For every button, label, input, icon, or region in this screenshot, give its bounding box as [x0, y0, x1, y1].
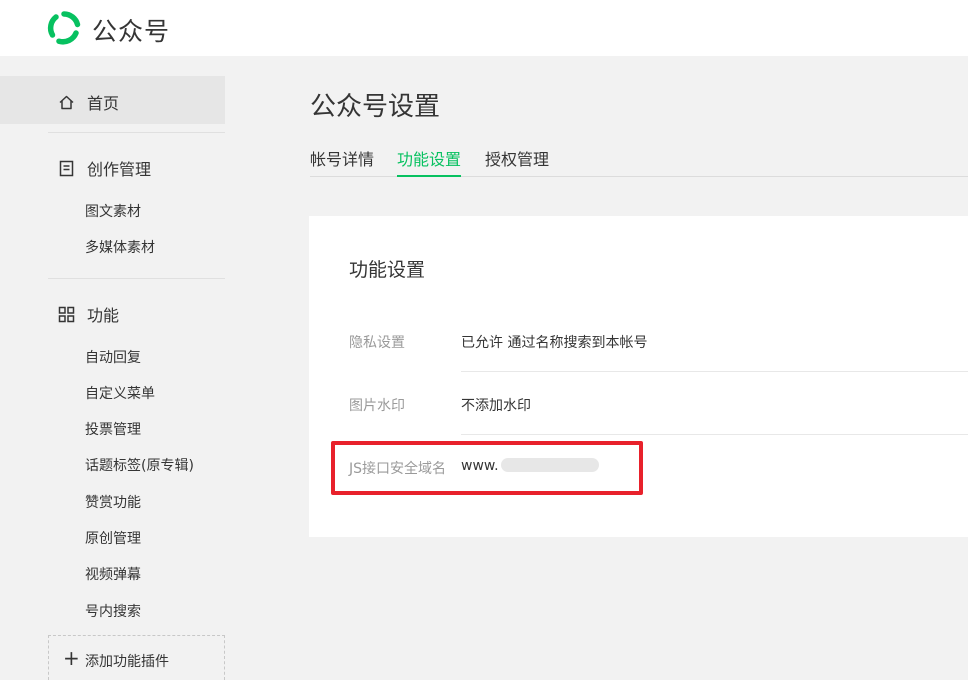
sidebar-item-topic-tags[interactable]: 话题标签(原专辑): [85, 455, 194, 475]
sidebar-item-label: 功能: [87, 306, 120, 325]
add-plugin-button[interactable]: + 添加功能插件: [48, 635, 225, 680]
top-bar: 公众号: [0, 0, 968, 56]
sidebar-item-vote[interactable]: 投票管理: [85, 419, 141, 439]
watermark-label: 图片水印: [349, 398, 405, 414]
settings-tabs: 帐号详情 功能设置 授权管理: [310, 146, 968, 177]
sidebar-item-multimedia[interactable]: 多媒体素材: [85, 237, 155, 257]
red-highlight-box: [331, 441, 643, 495]
privacy-setting-value: 已允许 通过名称搜索到本帐号: [461, 335, 648, 351]
sidebar-item-label: 创作管理: [87, 160, 152, 179]
tab-feature-settings[interactable]: 功能设置: [397, 146, 462, 177]
plus-icon: +: [63, 646, 80, 670]
home-icon: [58, 94, 75, 111]
sidebar-item-home[interactable]: 首页: [58, 90, 119, 114]
feature-settings-card: 功能设置 隐私设置 已允许 通过名称搜索到本帐号 图片水印 不添加水印 JS接口…: [309, 216, 968, 537]
page-title: 公众号设置: [310, 92, 441, 122]
watermark-value: 不添加水印: [461, 398, 531, 414]
add-plugin-label: 添加功能插件: [85, 654, 169, 670]
grid-icon: [58, 306, 75, 323]
tab-account-details[interactable]: 帐号详情: [310, 146, 374, 177]
sidebar-item-label: 首页: [87, 94, 120, 113]
wechat-official-account-logo-icon[interactable]: [47, 11, 81, 45]
sidebar-item-custom-menu[interactable]: 自定义菜单: [85, 383, 155, 403]
main-content: 公众号设置 帐号详情 功能设置 授权管理 功能设置 隐私设置 已允许 通过名称搜…: [245, 56, 968, 664]
document-icon: [58, 160, 75, 177]
sidebar-divider: [48, 132, 225, 133]
privacy-setting-label: 隐私设置: [349, 335, 405, 351]
row-divider: [461, 434, 968, 435]
sidebar-item-auto-reply[interactable]: 自动回复: [85, 347, 141, 367]
sidebar-item-creation[interactable]: 创作管理: [58, 156, 151, 180]
sidebar-item-video-danmaku[interactable]: 视频弹幕: [85, 564, 141, 584]
sidebar: 首页 创作管理 图文素材 多媒体素材 功能 自动回复 自定义菜单 投票管理 话题…: [0, 56, 245, 680]
card-title: 功能设置: [349, 259, 426, 281]
sidebar-item-features[interactable]: 功能: [58, 302, 119, 326]
row-divider: [461, 371, 968, 372]
brand-title[interactable]: 公众号: [92, 12, 170, 48]
tab-authorization[interactable]: 授权管理: [485, 146, 549, 177]
sidebar-item-reward[interactable]: 赞赏功能: [85, 492, 141, 512]
sidebar-item-image-text[interactable]: 图文素材: [85, 201, 141, 221]
sidebar-item-in-account-search[interactable]: 号内搜索: [85, 601, 141, 621]
sidebar-item-original[interactable]: 原创管理: [85, 528, 141, 548]
sidebar-divider: [48, 278, 225, 279]
